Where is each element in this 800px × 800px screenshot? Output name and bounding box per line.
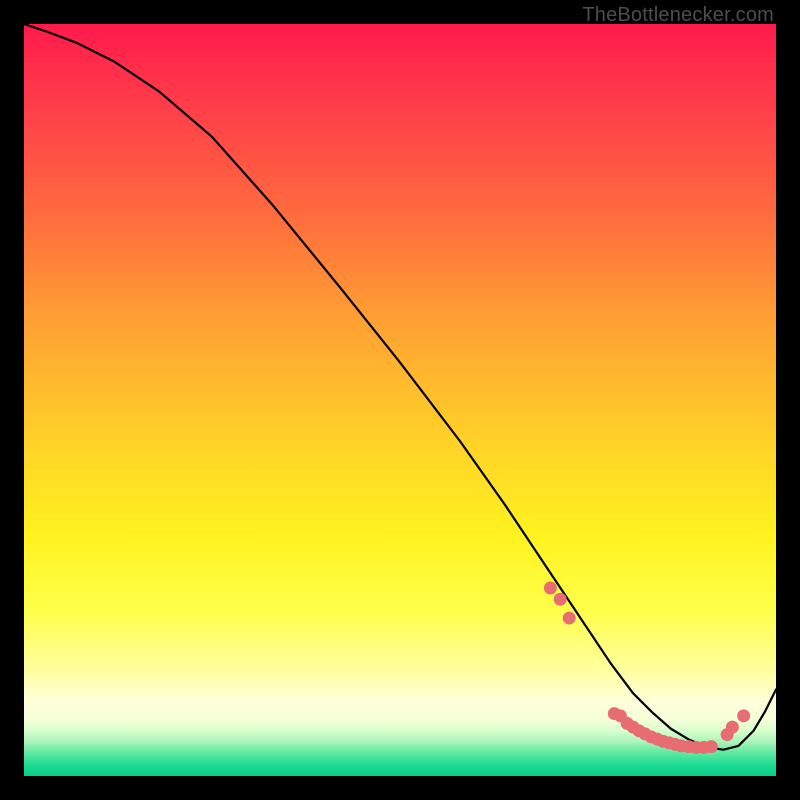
- highlight-dot: [554, 593, 567, 606]
- highlight-dot: [705, 740, 718, 753]
- highlight-dot: [737, 709, 750, 722]
- highlight-dot: [563, 612, 576, 625]
- highlight-dot: [544, 582, 557, 595]
- chart-frame: TheBottlenecker.com: [0, 0, 800, 800]
- chart-plot-area: [24, 24, 776, 776]
- highlight-dot: [726, 721, 739, 734]
- watermark-text: TheBottlenecker.com: [582, 4, 774, 27]
- chart-svg: [24, 24, 776, 776]
- curve-line: [24, 24, 776, 750]
